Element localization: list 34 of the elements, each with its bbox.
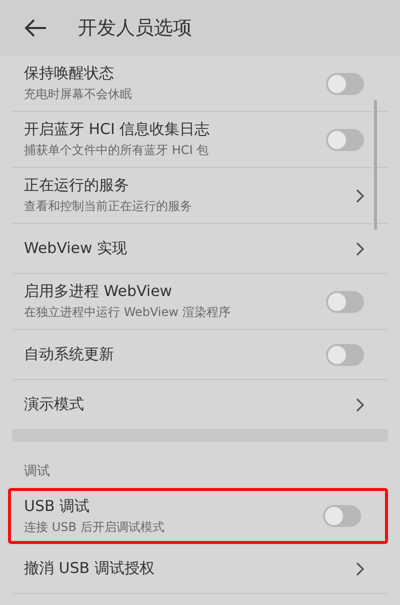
setting-title: 保持唤醒状态	[24, 64, 115, 83]
back-arrow-icon[interactable]	[24, 18, 48, 38]
toggle-switch[interactable]	[326, 128, 364, 150]
page-title: 开发人员选项	[78, 16, 192, 41]
settings-row[interactable]: 启用多进程 WebView 在独立进程中运行 WebView 渲染程序	[12, 274, 388, 330]
chevron-right-icon	[356, 188, 364, 202]
setting-description: 连接 USB 后开启调试模式	[24, 518, 164, 536]
settings-row[interactable]: WebView 实现	[12, 224, 388, 274]
section-header: 调试	[23, 463, 51, 481]
toggle-switch[interactable]	[326, 290, 364, 312]
settings-row[interactable]: USB 调试 连接 USB 后开启调试模式	[8, 488, 388, 544]
setting-title: 开启蓝牙 HCI 信息收集日志	[24, 120, 210, 139]
setting-description: 充电时屏幕不会休眠	[24, 86, 132, 103]
settings-row[interactable]: 自动系统更新	[12, 330, 388, 380]
settings-row[interactable]: 正在运行的服务 查看和控制当前正在运行的服务	[12, 168, 388, 224]
setting-title: 演示模式	[24, 395, 84, 414]
toggle-switch[interactable]	[326, 344, 364, 366]
settings-row[interactable]: 保持唤醒状态 充电时屏幕不会休眠	[12, 56, 388, 112]
setting-title: 撤消 USB 调试授权	[24, 559, 154, 578]
chevron-right-icon	[356, 398, 364, 412]
chevron-right-icon	[356, 242, 364, 256]
chevron-right-icon	[356, 562, 364, 576]
settings-row[interactable]: 撤消 USB 调试授权	[12, 544, 388, 594]
setting-description: 在独立进程中运行 WebView 渲染程序	[24, 304, 230, 321]
setting-title: 启用多进程 WebView	[24, 282, 174, 301]
toggle-switch[interactable]	[323, 505, 361, 527]
setting-description: 捕获单个文件中的所有蓝牙 HCI 包	[24, 142, 210, 159]
setting-title: 正在运行的服务	[24, 176, 130, 195]
setting-title: 自动系统更新	[24, 345, 114, 364]
toggle-switch[interactable]	[326, 72, 364, 94]
settings-row[interactable]: 开启蓝牙 HCI 信息收集日志 捕获单个文件中的所有蓝牙 HCI 包	[12, 112, 388, 168]
setting-title: WebView 实现	[24, 239, 128, 258]
setting-description: 查看和控制当前正在运行的服务	[24, 198, 192, 215]
setting-title: USB 调试	[24, 496, 91, 516]
